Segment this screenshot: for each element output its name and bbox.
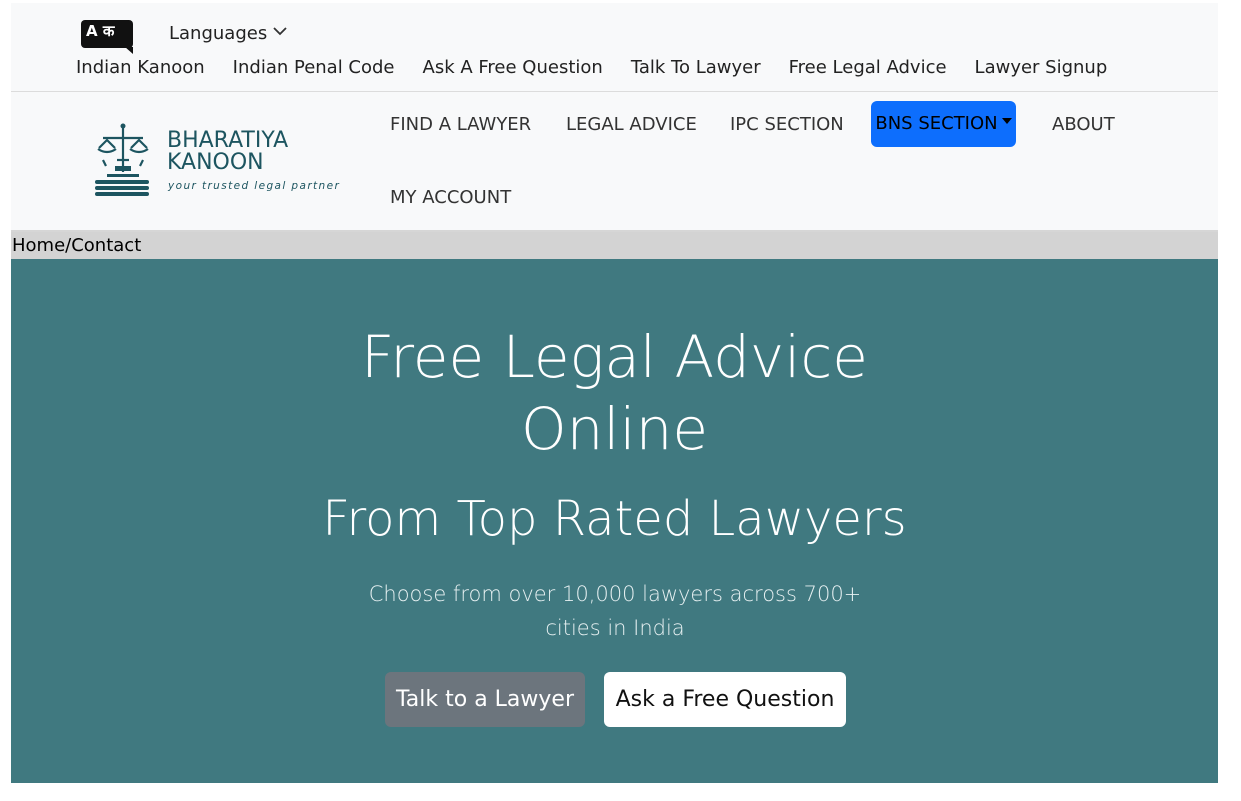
nav-bns-section-label: BNS SECTION — [875, 113, 998, 134]
hero-description: Choose from over 10,000 lawyers across 7… — [368, 582, 862, 640]
link-indian-kanoon[interactable]: Indian Kanoon — [76, 57, 205, 78]
link-indian-penal-code[interactable]: Indian Penal Code — [233, 57, 395, 78]
page: A क Languages Indian Kanoon Indian Penal… — [11, 3, 1218, 783]
nav-legal-advice[interactable]: LEGAL ADVICE — [566, 114, 697, 135]
language-icon[interactable]: A क — [81, 20, 133, 54]
top-utility-bar: A क Languages Indian Kanoon Indian Penal… — [11, 3, 1218, 92]
chevron-down-icon[interactable] — [273, 21, 287, 40]
link-ask-free-question[interactable]: Ask A Free Question — [423, 57, 603, 78]
hero-title: Free Legal Advice Online — [11, 321, 1218, 465]
link-lawyer-signup[interactable]: Lawyer Signup — [975, 57, 1108, 78]
languages-dropdown[interactable]: Languages — [169, 23, 267, 44]
hero-title-line1: Free Legal Advice — [361, 323, 868, 391]
logo-title-line2: KANOON — [167, 150, 264, 175]
nav-ipc-section[interactable]: IPC SECTION — [730, 114, 844, 135]
link-talk-to-lawyer[interactable]: Talk To Lawyer — [631, 57, 761, 78]
nav-bns-section-dropdown[interactable]: BNS SECTION — [871, 101, 1016, 147]
talk-to-lawyer-button[interactable]: Talk to a Lawyer — [385, 672, 585, 727]
hero-section: Free Legal Advice Online From Top Rated … — [11, 259, 1218, 783]
hero-title-line2: Online — [520, 395, 709, 463]
breadcrumb[interactable]: Home/Contact — [11, 232, 1218, 259]
nav-about[interactable]: ABOUT — [1052, 114, 1115, 135]
link-free-legal-advice[interactable]: Free Legal Advice — [789, 57, 947, 78]
hero-subtitle: From Top Rated Lawyers — [322, 491, 907, 547]
logo-title-line1: BHARATIYA — [167, 128, 289, 153]
nav-find-a-lawyer[interactable]: FIND A LAWYER — [390, 114, 531, 135]
caret-down-icon — [1001, 118, 1012, 124]
ask-free-question-button[interactable]: Ask a Free Question — [604, 672, 846, 727]
main-navbar: BHARATIYA KANOON your trusted legal part… — [11, 92, 1218, 232]
nav-my-account[interactable]: MY ACCOUNT — [390, 187, 511, 208]
top-links: Indian Kanoon Indian Penal Code Ask A Fr… — [76, 57, 1107, 78]
site-logo[interactable]: BHARATIYA KANOON your trusted legal part… — [93, 122, 353, 202]
scales-of-justice-icon — [95, 123, 149, 196]
logo-tagline: your trusted legal partner — [168, 180, 341, 192]
